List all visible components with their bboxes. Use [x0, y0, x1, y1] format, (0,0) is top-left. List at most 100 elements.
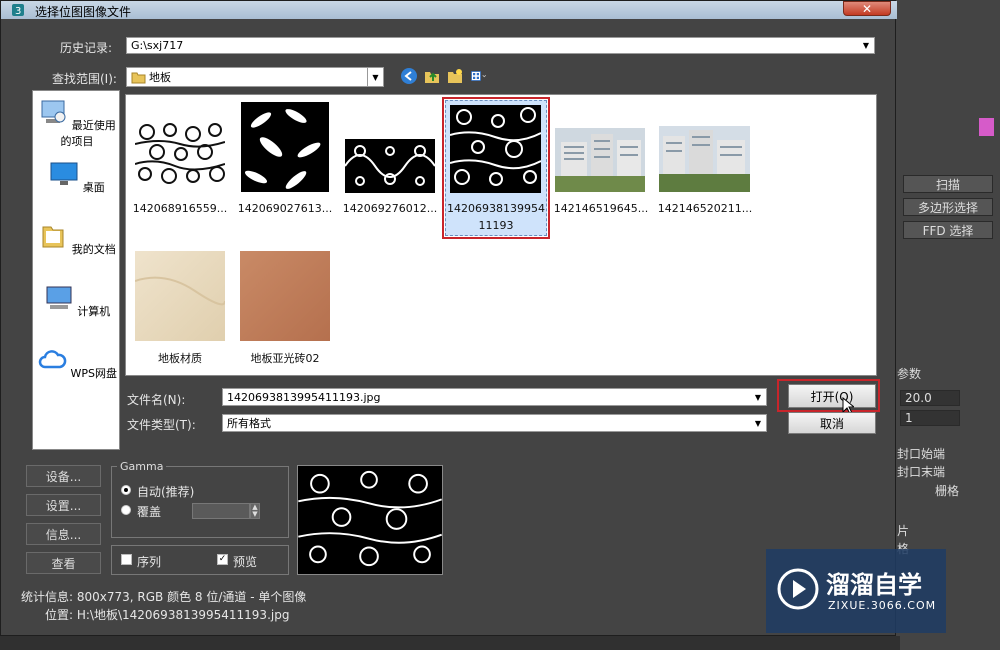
app-icon: 3 — [12, 4, 24, 17]
recent-items-icon — [41, 100, 66, 123]
new-folder-icon[interactable] — [446, 67, 464, 85]
place-label: 桌面 — [82, 181, 105, 194]
location-text: 位置: H:\地板\1420693813995411193.jpg — [45, 608, 290, 622]
param-value-field[interactable]: 20.0 — [900, 390, 960, 406]
devices-button[interactable]: 设备... — [26, 465, 101, 487]
setup-button[interactable]: 设置... — [26, 494, 101, 516]
history-value: G:\sxj717 — [131, 39, 184, 52]
chevron-down-icon[interactable]: ▼ — [750, 415, 766, 431]
history-label: 历史记录: — [60, 41, 113, 55]
thumbnail-damask-pattern[interactable] — [345, 139, 435, 193]
file-name: 142069027613... — [237, 202, 333, 215]
place-computer[interactable]: 计算机 — [33, 285, 121, 319]
setup-button-label: 设置... — [45, 498, 82, 513]
gamma-group-title: Gamma — [117, 460, 167, 473]
dialog-titlebar: 3 选择位图图像文件 ✕ — [1, 1, 897, 19]
up-folder-icon[interactable] — [423, 67, 441, 85]
sequence-checkbox[interactable] — [121, 554, 132, 565]
chevron-down-icon[interactable]: ▼ — [367, 68, 383, 86]
filetype-label: 文件类型(T): — [127, 418, 196, 432]
place-recent[interactable]: 最近使用的项目 — [33, 99, 121, 149]
close-icon[interactable]: ✕ — [843, 1, 891, 16]
back-icon[interactable] — [400, 67, 418, 85]
watermark: 溜溜自学 ZIXUE.3066.COM — [766, 549, 946, 633]
thumbnail-marble[interactable] — [135, 251, 225, 341]
params-rollout-label: 参数 — [897, 367, 922, 381]
cloud-icon — [38, 350, 67, 369]
cancel-button[interactable]: 取消 — [788, 412, 876, 434]
view-button-label: 查看 — [51, 556, 76, 571]
computer-icon — [46, 286, 72, 309]
file-name: 地板材质 — [158, 352, 202, 365]
view-menu-icon[interactable] — [470, 67, 488, 85]
file-name: 142146519645... — [553, 202, 649, 215]
play-logo-icon — [777, 568, 819, 610]
watermark-url: ZIXUE.3066.COM — [828, 599, 937, 612]
grid-label: 栅格 — [935, 484, 960, 498]
place-desktop[interactable]: 桌面 — [33, 161, 121, 195]
info-button-label: 信息... — [45, 527, 82, 542]
place-label: 我的文档 — [71, 243, 116, 256]
place-wps-cloud[interactable]: WPS网盘 — [33, 347, 121, 381]
desktop-icon — [50, 162, 78, 185]
filename-value: 1420693813995411193.jpg — [227, 390, 381, 404]
preview-label: 预览 — [233, 555, 258, 569]
place-label: WPS网盘 — [70, 367, 118, 380]
watermark-brand: 溜溜自学 — [826, 571, 922, 599]
devices-button-label: 设备... — [45, 469, 82, 484]
chevron-down-icon[interactable]: ▼ — [858, 38, 874, 53]
stats-text: 统计信息: 800x773, RGB 颜色 8 位/通道 - 单个图像 — [21, 590, 307, 604]
lookin-label: 查找范围(I): — [52, 72, 117, 86]
thumbnail-swirl-pattern[interactable] — [135, 120, 225, 192]
gamma-value-field[interactable] — [192, 503, 250, 519]
thumbnail-building-photo[interactable] — [555, 128, 645, 192]
image-preview — [297, 465, 443, 575]
places-bar: 最近使用的项目 桌面 我的文档 计算机 WPS网盘 — [32, 90, 120, 450]
color-swatch[interactable] — [979, 118, 994, 136]
preview-checkbox[interactable]: ✓ — [217, 554, 228, 565]
documents-folder-icon — [42, 226, 64, 248]
history-combo[interactable]: G:\sxj717 ▼ — [126, 37, 875, 54]
thumbnail-leaf-pattern[interactable] — [241, 102, 329, 192]
place-label: 最近使用的项目 — [60, 119, 116, 148]
cancel-button-label: 取消 — [819, 416, 844, 431]
gamma-spinner[interactable]: ▲ ▼ — [250, 503, 260, 519]
gamma-auto-label: 自动(推荐) — [137, 485, 195, 499]
thumbnail-floral-pattern-selected[interactable] — [450, 105, 541, 193]
filetype-select[interactable]: 所有格式 ▼ — [222, 414, 767, 432]
file-name-selected-line2: 11193 — [478, 219, 514, 232]
gamma-override-label: 覆盖 — [137, 505, 162, 519]
chevron-down-icon[interactable]: ▼ — [750, 389, 766, 405]
file-name-selected: 14206938139954 — [447, 202, 545, 215]
piece-label: 片 — [897, 524, 910, 538]
file-name: 142069276012... — [342, 202, 438, 215]
poly-select-button[interactable]: 多边形选择 — [903, 198, 993, 216]
scan-button[interactable]: 扫描 — [903, 175, 993, 193]
cap-end-label: 封口末端 — [897, 465, 946, 479]
open-button-annotation — [777, 379, 880, 412]
background-status-bar — [0, 636, 900, 650]
thumbnail-terracotta-tile[interactable] — [240, 251, 330, 341]
cap-start-label: 封口始端 — [897, 447, 946, 461]
select-bitmap-dialog: 3 选择位图图像文件 ✕ 历史记录: G:\sxj717 ▼ 查找范围(I): … — [0, 0, 897, 636]
svg-text:3: 3 — [15, 6, 21, 17]
param-count-field[interactable]: 1 — [900, 410, 960, 426]
lookin-value: 地板 — [149, 71, 171, 84]
file-name: 142146520211... — [657, 202, 753, 215]
sequence-label: 序列 — [137, 555, 162, 569]
folder-icon — [131, 72, 146, 84]
dialog-title: 选择位图图像文件 — [35, 5, 132, 19]
lookin-combo[interactable]: 地板 ▼ — [126, 67, 384, 87]
thumbnail-building-photo-2[interactable] — [659, 126, 750, 192]
gamma-override-radio[interactable] — [121, 505, 131, 515]
ffd-select-button[interactable]: FFD 选择 — [903, 221, 993, 239]
filename-input[interactable]: 1420693813995411193.jpg ▼ — [222, 388, 767, 406]
file-name: 142068916559... — [132, 202, 228, 215]
filetype-value: 所有格式 — [227, 417, 271, 430]
view-button[interactable]: 查看 — [26, 552, 101, 574]
info-button[interactable]: 信息... — [26, 523, 101, 545]
gamma-auto-radio[interactable] — [121, 485, 131, 495]
gamma-group — [111, 466, 289, 538]
file-name: 地板亚光砖02 — [250, 352, 320, 365]
place-documents[interactable]: 我的文档 — [33, 223, 121, 257]
